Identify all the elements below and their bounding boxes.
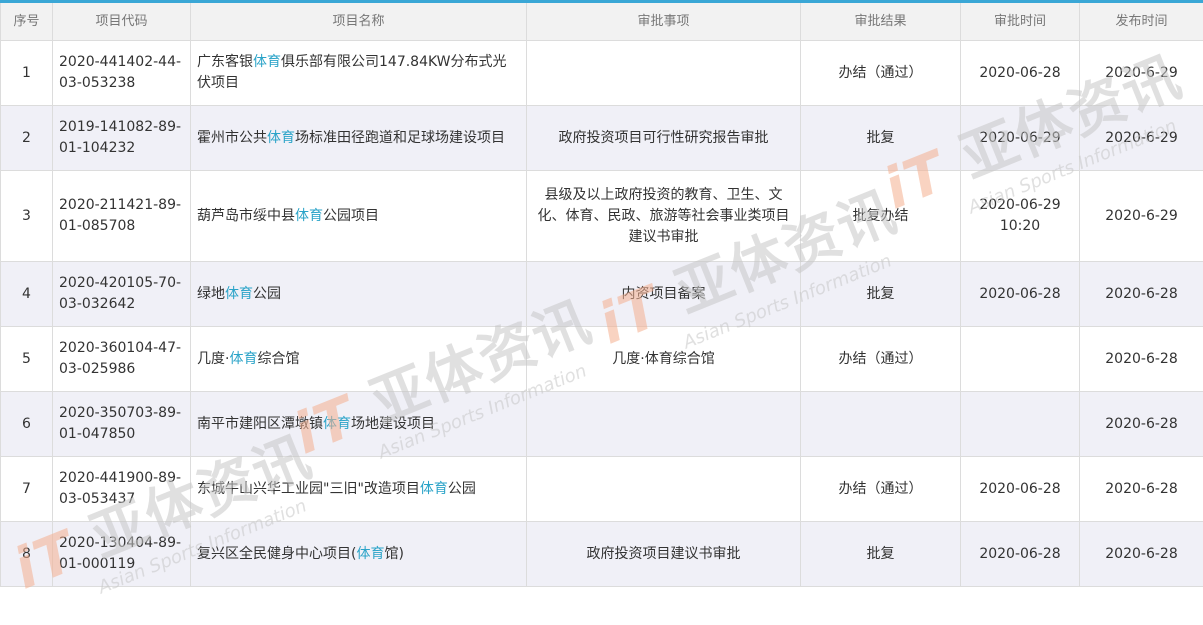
cell-time: 2020-06-28 [961,522,1080,587]
cell-item: 几度·体育综合馆 [527,327,801,392]
cell-time: 2020-06-29 10:20 [961,171,1080,262]
cell-no: 1 [1,41,53,106]
cell-item: 政府投资项目建议书审批 [527,522,801,587]
cell-pub: 2020-6-28 [1080,262,1203,327]
name-text: 综合馆 [257,351,299,367]
name-keyword: 体育 [420,481,448,497]
table-row: 2 2019-141082-89-01-104232 霍州市公共体育场标准田径跑… [1,106,1203,171]
header-name: 项目名称 [191,2,527,41]
table-row: 3 2020-211421-89-01-085708 葫芦岛市绥中县体育公园项目… [1,171,1203,262]
name-text: 绿地 [197,286,225,302]
cell-time: 2020-06-28 [961,457,1080,522]
cell-no: 7 [1,457,53,522]
name-keyword: 体育 [356,546,384,562]
name-keyword: 体育 [253,54,281,70]
name-text: 复兴区全民健身中心项目( [197,546,356,562]
cell-no: 8 [1,522,53,587]
header-result: 审批结果 [801,2,961,41]
cell-time: 2020-06-28 [961,262,1080,327]
cell-result: 办结（通过） [801,327,961,392]
cell-pub: 2020-6-29 [1080,106,1203,171]
table-header-row: 序号 项目代码 项目名称 审批事项 审批结果 审批时间 发布时间 [1,2,1203,41]
cell-result: 办结（通过） [801,41,961,106]
header-item: 审批事项 [527,2,801,41]
cell-code: 2020-130404-89-01-000119 [53,522,191,587]
cell-pub: 2020-6-28 [1080,457,1203,522]
header-time: 审批时间 [961,2,1080,41]
cell-pub: 2020-6-29 [1080,171,1203,262]
cell-item [527,392,801,457]
cell-time [961,392,1080,457]
name-text: 葫芦岛市绥中县 [197,208,295,224]
name-text: 馆) [384,546,403,562]
name-text: 东城牛山兴华工业园"三旧"改造项目 [197,481,420,497]
table-row: 4 2020-420105-70-03-032642 绿地体育公园 内资项目备案… [1,262,1203,327]
cell-pub: 2020-6-29 [1080,41,1203,106]
cell-code: 2020-360104-47-03-025986 [53,327,191,392]
cell-name: 绿地体育公园 [191,262,527,327]
cell-name: 复兴区全民健身中心项目(体育馆) [191,522,527,587]
cell-no: 2 [1,106,53,171]
approval-table: 序号 项目代码 项目名称 审批事项 审批结果 审批时间 发布时间 1 2020-… [0,0,1203,587]
table-row: 8 2020-130404-89-01-000119 复兴区全民健身中心项目(体… [1,522,1203,587]
cell-code: 2020-350703-89-01-047850 [53,392,191,457]
name-keyword: 体育 [323,416,351,432]
table-row: 7 2020-441900-89-03-053437 东城牛山兴华工业园"三旧"… [1,457,1203,522]
name-keyword: 体育 [267,130,295,146]
cell-no: 6 [1,392,53,457]
cell-result [801,392,961,457]
table-row: 6 2020-350703-89-01-047850 南平市建阳区潭墩镇体育场地… [1,392,1203,457]
header-no: 序号 [1,2,53,41]
cell-name: 葫芦岛市绥中县体育公园项目 [191,171,527,262]
name-text: 几度· [197,351,229,367]
cell-result: 批复 [801,262,961,327]
cell-name: 东城牛山兴华工业园"三旧"改造项目体育公园 [191,457,527,522]
cell-code: 2020-441402-44-03-053238 [53,41,191,106]
cell-item: 内资项目备案 [527,262,801,327]
cell-time: 2020-06-28 [961,41,1080,106]
cell-pub: 2020-6-28 [1080,392,1203,457]
cell-code: 2020-420105-70-03-032642 [53,262,191,327]
name-text: 广东客银 [197,54,253,70]
cell-code: 2020-211421-89-01-085708 [53,171,191,262]
header-pub: 发布时间 [1080,2,1203,41]
cell-time: 2020-06-29 [961,106,1080,171]
cell-code: 2019-141082-89-01-104232 [53,106,191,171]
cell-result: 批复 [801,106,961,171]
name-text: 霍州市公共 [197,130,267,146]
cell-result: 办结（通过） [801,457,961,522]
cell-time [961,327,1080,392]
cell-no: 4 [1,262,53,327]
cell-no: 5 [1,327,53,392]
cell-item [527,41,801,106]
cell-item: 政府投资项目可行性研究报告审批 [527,106,801,171]
cell-item [527,457,801,522]
cell-pub: 2020-6-28 [1080,327,1203,392]
cell-code: 2020-441900-89-03-053437 [53,457,191,522]
name-text: 公园 [253,286,281,302]
name-text: 场地建设项目 [351,416,435,432]
cell-name: 南平市建阳区潭墩镇体育场地建设项目 [191,392,527,457]
table-row: 5 2020-360104-47-03-025986 几度·体育综合馆 几度·体… [1,327,1203,392]
cell-result: 批复 [801,522,961,587]
name-text: 南平市建阳区潭墩镇 [197,416,323,432]
name-text: 公园 [448,481,476,497]
cell-name: 几度·体育综合馆 [191,327,527,392]
name-text: 公园项目 [323,208,379,224]
name-keyword: 体育 [225,286,253,302]
name-text: 场标准田径跑道和足球场建设项目 [295,130,505,146]
cell-name: 霍州市公共体育场标准田径跑道和足球场建设项目 [191,106,527,171]
cell-item: 县级及以上政府投资的教育、卫生、文化、体育、民政、旅游等社会事业类项目建议书审批 [527,171,801,262]
name-keyword: 体育 [229,351,257,367]
cell-pub: 2020-6-28 [1080,522,1203,587]
cell-name: 广东客银体育俱乐部有限公司147.84KW分布式光伏项目 [191,41,527,106]
name-keyword: 体育 [295,208,323,224]
cell-result: 批复办结 [801,171,961,262]
table-row: 1 2020-441402-44-03-053238 广东客银体育俱乐部有限公司… [1,41,1203,106]
header-code: 项目代码 [53,2,191,41]
cell-no: 3 [1,171,53,262]
